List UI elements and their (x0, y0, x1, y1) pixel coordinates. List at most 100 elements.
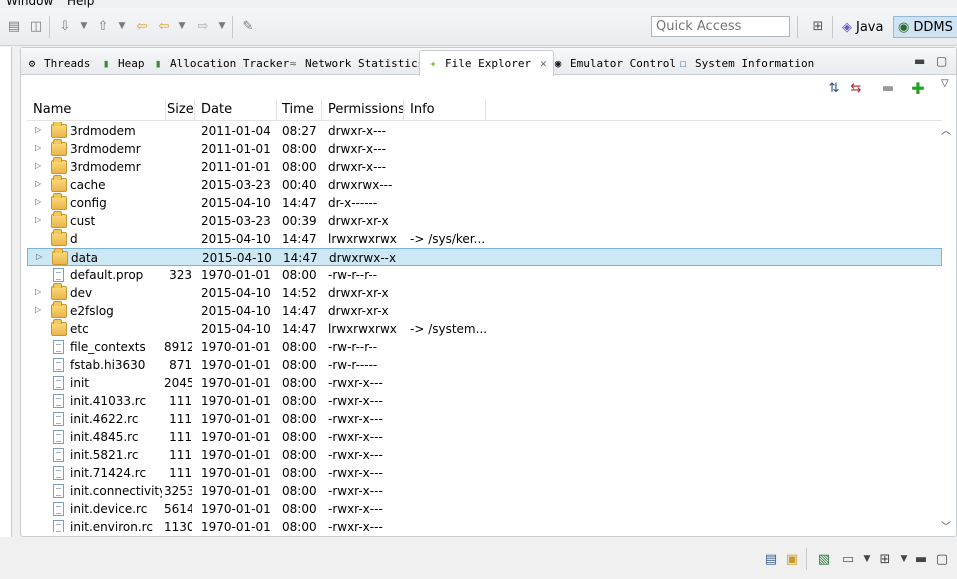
maximize-view-icon[interactable]: ▢ (936, 54, 947, 68)
vertical-scrollbar[interactable]: ︿ ﹀ (938, 122, 954, 533)
file-icon (53, 520, 64, 532)
forward-icon[interactable]: ⇨ (195, 18, 211, 34)
console-icon[interactable]: ▭ (839, 550, 857, 568)
table-header: Name Size Date Time Permissions Info (27, 99, 942, 121)
table-row[interactable]: ▷ config 2015-04-10 14:47 dr-x------ (27, 193, 942, 212)
cell-time: 00:40 (282, 178, 317, 192)
table-row[interactable]: init.71424.rc 111 1970-01-01 08:00 -rwxr-x--… (27, 464, 942, 482)
cell-date: 1970-01-01 (201, 466, 271, 480)
previous-annotation-icon[interactable]: ⇧ (95, 18, 111, 34)
table-row[interactable]: init.connectivity 3253 1970-01-01 08:00 -rwx… (27, 482, 942, 500)
column-info[interactable]: Info (410, 102, 435, 117)
column-size[interactable]: Size (167, 102, 194, 117)
save-all-icon[interactable]: ▤ (6, 18, 22, 34)
cell-time: 08:00 (282, 448, 317, 462)
chevron-down-icon[interactable]: ▼ (76, 18, 92, 34)
column-divider[interactable] (165, 99, 166, 121)
next-annotation-icon[interactable]: ⇩ (57, 18, 73, 34)
tab-threads[interactable]: ⚙ Threads (25, 52, 91, 74)
expand-arrow-icon[interactable]: ▷ (36, 252, 42, 261)
menu-help[interactable]: Help (67, 0, 94, 8)
table-row[interactable]: fstab.hi3630 871 1970-01-01 08:00 -rw-r----- (27, 356, 942, 374)
column-divider[interactable] (194, 99, 195, 121)
chevron-down-icon[interactable]: ▼ (174, 18, 190, 34)
table-row[interactable]: init.4845.rc 111 1970-01-01 08:00 -rwxr-x--- (27, 428, 942, 446)
scroll-down-icon[interactable]: ﹀ (941, 518, 951, 533)
new-folder-icon[interactable]: ✚ (909, 79, 927, 98)
quick-access-input[interactable] (651, 16, 790, 37)
maximize-panel-icon[interactable]: ▢ (933, 550, 951, 568)
table-row[interactable]: file_contexts 8912 1970-01-01 08:00 -rw-r--r… (27, 338, 942, 356)
new-task-icon[interactable]: ▧ (815, 550, 833, 568)
table-row[interactable]: ▷ cust 2015-03-23 00:39 drwxr-xr-x (27, 211, 942, 230)
expand-arrow-icon[interactable]: ▷ (35, 215, 41, 224)
table-row[interactable]: init 204576 1970-01-01 08:00 -rwxr-x--- (27, 374, 942, 392)
table-row[interactable]: init.5821.rc 111 1970-01-01 08:00 -rwxr-x--- (27, 446, 942, 464)
perspective-java[interactable]: ◈ Java (838, 16, 887, 38)
back-icon[interactable]: ⇦ (156, 18, 172, 34)
table-row[interactable]: ▷ data 2015-04-10 14:47 drwxrwx--x (27, 248, 942, 266)
close-icon[interactable]: ✕ (540, 57, 547, 70)
menu-window[interactable]: Window (6, 0, 53, 8)
column-name[interactable]: Name (33, 102, 71, 117)
table-row[interactable]: init.4622.rc 111 1970-01-01 08:00 -rwxr-x--- (27, 410, 942, 428)
expand-arrow-icon[interactable]: ▷ (35, 179, 41, 188)
expand-arrow-icon[interactable]: ▷ (35, 197, 41, 206)
table-row[interactable]: ▷ 3rdmodemr 2011-01-01 08:00 drwxr-x--- (27, 157, 942, 176)
toolbar-separator (832, 16, 833, 38)
minimize-view-icon[interactable]: ▬ (914, 54, 925, 68)
view-menu-icon[interactable]: ▽ (941, 78, 949, 89)
perspective-ddms[interactable]: ◉ DDMS (893, 16, 957, 38)
table-row[interactable]: init.device.rc 5614 1970-01-01 08:00 -rwxr-x… (27, 500, 942, 518)
tab-network-statistics[interactable]: ≈ Network Statistics (286, 52, 425, 74)
chevron-down-icon[interactable]: ▼ (895, 550, 913, 568)
open-perspective-icon[interactable]: ⊞ (810, 18, 826, 34)
expand-arrow-icon[interactable]: ▷ (35, 305, 41, 314)
table-row[interactable]: d 2015-04-10 14:47 lrwxrwxrwx -> /sys/ker... (27, 229, 942, 248)
pull-file-icon[interactable]: ⇅ (825, 79, 843, 97)
file-icon (53, 430, 64, 444)
table-row[interactable]: init.41033.rc 111 1970-01-01 08:00 -rwxr-x--… (27, 392, 942, 410)
last-edit-location-icon[interactable]: ⇦ (134, 18, 150, 34)
tab-file-explorer[interactable]: ✦ File Explorer ✕ (419, 50, 554, 76)
table-row[interactable]: ▷ e2fslog 2015-04-10 14:47 drwxr-xr-x (27, 301, 942, 320)
column-time[interactable]: Time (282, 102, 314, 117)
tab-system-information[interactable]: ☐ System Information (676, 52, 815, 74)
column-divider[interactable] (403, 99, 404, 121)
tab-emulator-control[interactable]: ◉ Emulator Control (551, 52, 676, 74)
pin-editor-icon[interactable]: ✎ (240, 18, 256, 34)
tab-allocation-tracker[interactable]: ▮ Allocation Tracker (151, 52, 290, 74)
lock-icon[interactable]: ▣ (783, 550, 801, 568)
chevron-down-icon[interactable]: ▼ (214, 18, 230, 34)
open-console-icon[interactable]: ⊞ (876, 550, 894, 568)
expand-arrow-icon[interactable]: ▷ (35, 161, 41, 170)
column-date[interactable]: Date (201, 102, 232, 117)
expand-arrow-icon[interactable]: ▷ (35, 287, 41, 296)
column-divider[interactable] (485, 99, 486, 121)
table-row[interactable]: ▷ dev 2015-04-10 14:52 drwxr-xr-x (27, 283, 942, 302)
column-permissions[interactable]: Permissions (328, 102, 405, 117)
column-divider[interactable] (276, 99, 277, 121)
table-row[interactable]: ▷ 3rdmodemr 2011-01-01 08:00 drwxr-x--- (27, 139, 942, 158)
tab-heap-label: Heap (118, 56, 145, 70)
table-row[interactable]: default.prop 323 1970-01-01 08:00 -rw-r--r-- (27, 266, 942, 284)
table-row[interactable]: ▷ 3rdmodem 2011-01-04 08:27 drwxr-x--- (27, 122, 942, 140)
push-file-icon[interactable]: ⇆ (847, 79, 865, 97)
table-row[interactable]: ▷ cache 2015-03-23 00:40 drwxrwx--- (27, 175, 942, 194)
delete-icon[interactable]: ▬ (879, 79, 897, 97)
chevron-down-icon[interactable]: ▼ (114, 18, 130, 34)
expand-arrow-icon[interactable]: ▷ (35, 125, 41, 134)
table-row[interactable]: etc 2015-04-10 14:47 lrwxrwxrwx -> /system..… (27, 319, 942, 338)
cell-permissions: lrwxrwxrwx (328, 322, 397, 336)
column-divider[interactable] (321, 99, 322, 121)
minimize-panel-icon[interactable]: ▬ (912, 550, 930, 568)
print-icon[interactable]: ◫ (28, 18, 44, 34)
logcat-icon[interactable]: ▤ (762, 550, 780, 568)
cell-size: 8912 (164, 340, 192, 354)
cell-time: 14:47 (282, 196, 317, 210)
chevron-down-icon[interactable]: ▼ (858, 550, 876, 568)
scroll-up-icon[interactable]: ︿ (941, 122, 951, 137)
table-row[interactable]: init.environ.rc 1130 1970-01-01 08:00 -rwxr-… (27, 518, 942, 532)
expand-arrow-icon[interactable]: ▷ (35, 143, 41, 152)
tab-heap[interactable]: ▮ Heap (99, 52, 145, 74)
